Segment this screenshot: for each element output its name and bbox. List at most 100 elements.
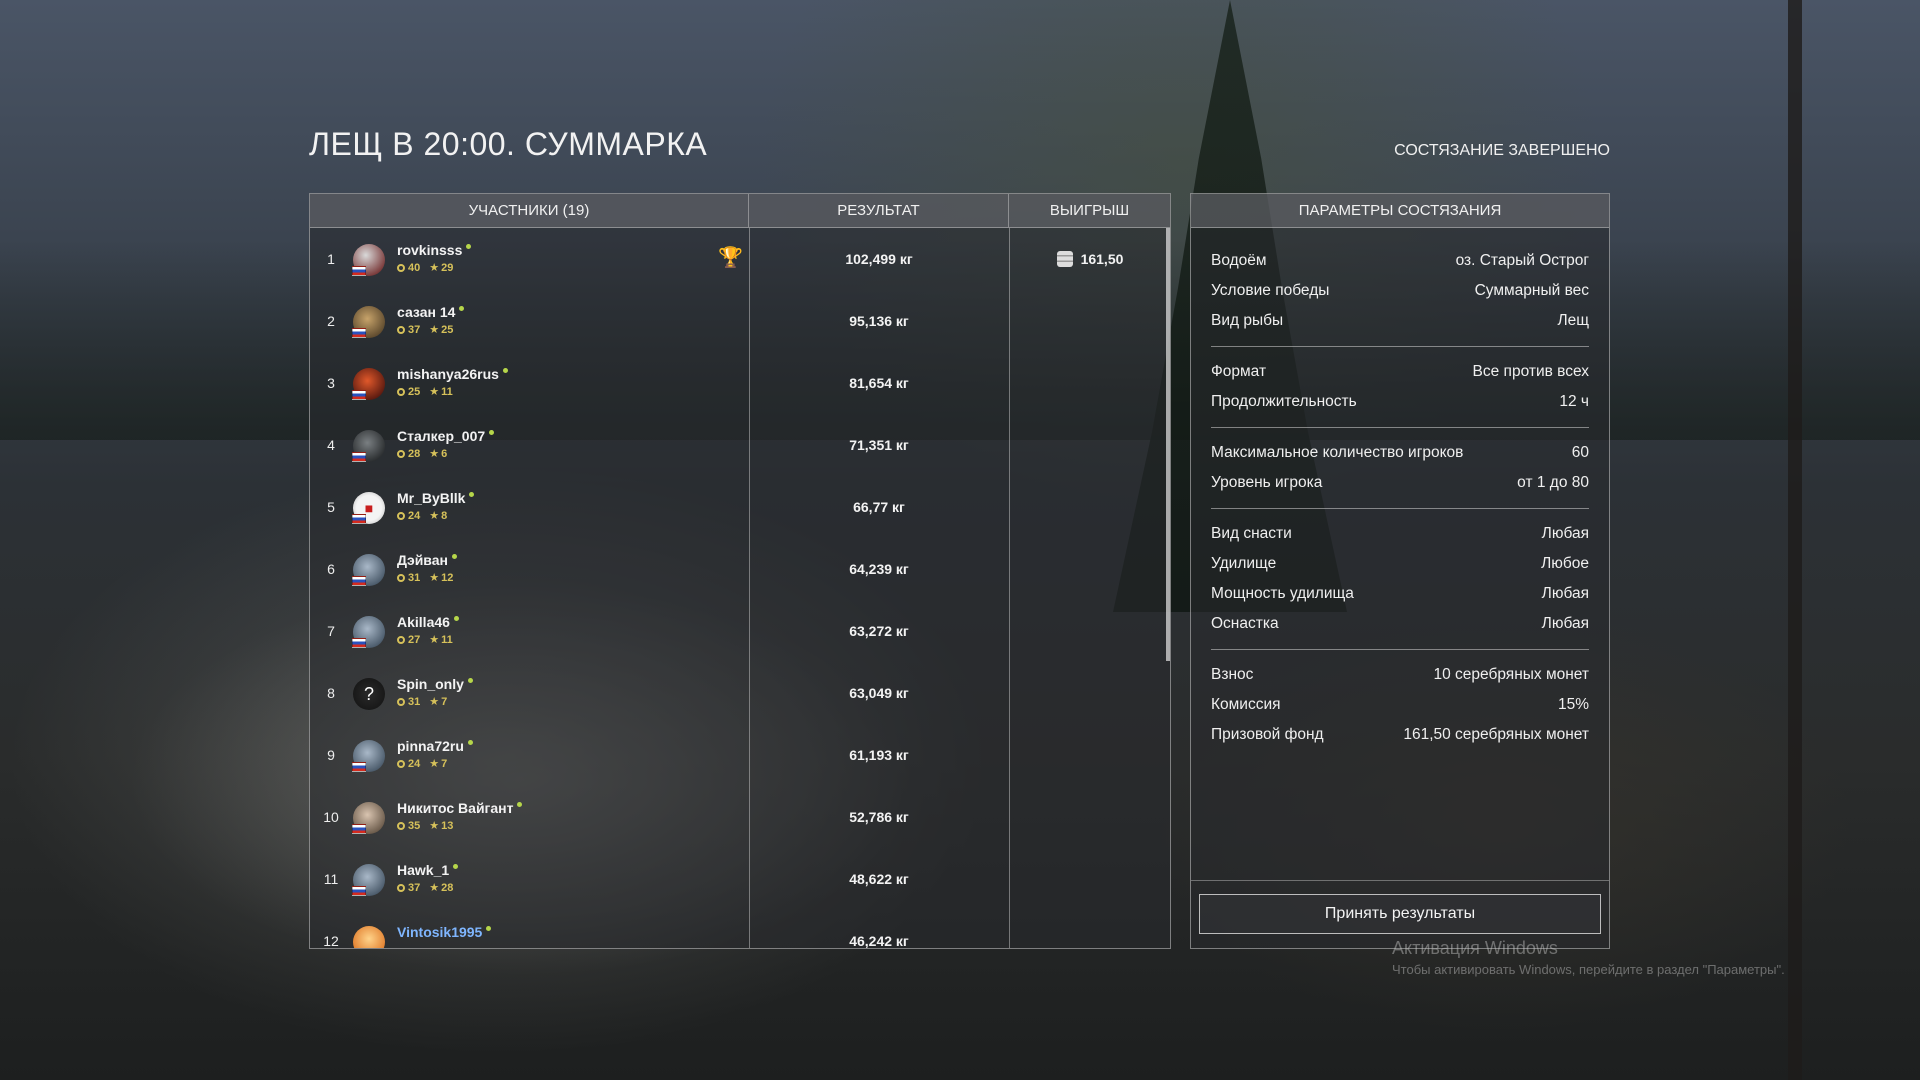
player-name[interactable]: Mr_ByBllk xyxy=(397,490,475,506)
player-stars: 7 xyxy=(441,696,448,708)
player-level: 31 xyxy=(408,696,421,708)
player-level: 37 xyxy=(408,882,421,894)
level-ring-icon xyxy=(397,822,405,830)
online-status-icon xyxy=(467,740,473,745)
online-status-icon xyxy=(453,616,459,621)
player-name[interactable]: Spin_only xyxy=(397,676,473,692)
param-label: Вид рыбы xyxy=(1211,312,1284,329)
param-label: Мощность удилища xyxy=(1211,585,1354,602)
star-icon: ★ xyxy=(429,572,440,584)
sunset-avatar[interactable] xyxy=(353,926,385,948)
param-value: 12 ч xyxy=(1559,393,1589,410)
russia-flag-icon xyxy=(352,452,366,462)
table-row[interactable]: 11 Hawk_1 37 ★ 28 48,622 кг xyxy=(310,848,1170,910)
level-ring-icon xyxy=(397,512,405,520)
player-name[interactable]: Hawk_1 xyxy=(397,862,459,878)
table-row[interactable]: 6 Дэйван 31 ★ 12 64,239 кг xyxy=(310,538,1170,600)
player-name[interactable]: Дэйван xyxy=(397,552,457,568)
level-ring-icon xyxy=(397,450,405,458)
player-stars: 13 xyxy=(441,820,454,832)
table-row[interactable]: 5 ■ Mr_ByBllk 24 ★ 8 66,77 кг xyxy=(310,476,1170,538)
star-icon: ★ xyxy=(429,448,440,460)
player-name[interactable]: Сталкер_007 xyxy=(397,428,495,444)
table-row[interactable]: 9 pinna72ru 24 ★ 7 61,193 кг xyxy=(310,724,1170,786)
player-name[interactable]: rovkinsss xyxy=(397,242,472,258)
player-level: 25 xyxy=(408,386,421,398)
param-value: Любое xyxy=(1541,555,1589,572)
player-name[interactable]: mishanya26rus xyxy=(397,366,508,382)
table-row[interactable]: 12 Vintosik1995 46,242 кг xyxy=(310,910,1170,948)
table-row[interactable]: 1 rovkinsss 40 ★ 29 🏆 102,499 кг 161,50 xyxy=(310,228,1170,290)
results-scrollbar[interactable] xyxy=(1166,228,1170,661)
player-name[interactable]: Akilla46 xyxy=(397,614,459,630)
online-status-icon xyxy=(486,926,492,931)
table-row[interactable]: 8 ? Spin_only 31 ★ 7 63,049 кг xyxy=(310,662,1170,724)
russia-flag-icon xyxy=(352,576,366,586)
level-ring-icon xyxy=(397,388,405,396)
player-level: 24 xyxy=(408,758,421,770)
param-label: Формат xyxy=(1211,363,1267,380)
param-value: от 1 до 80 xyxy=(1517,474,1589,491)
watermark-text: Чтобы активировать Windows, перейдите в … xyxy=(1392,962,1785,977)
params-group: Водоём оз. Старый Острог Условие победы Сум… xyxy=(1211,236,1589,347)
player-stars: 8 xyxy=(441,510,448,522)
player-name-text: сазан 14 xyxy=(397,304,456,320)
player-stars: 12 xyxy=(441,572,454,584)
player-stats: 31 ★ 12 xyxy=(397,571,453,584)
result-value: 63,272 кг xyxy=(849,623,909,639)
player-name-text: Hawk_1 xyxy=(397,862,450,878)
player-stats: 24 ★ 8 xyxy=(397,509,447,522)
table-row[interactable]: 2 сазан 14 37 ★ 25 95,136 кг xyxy=(310,290,1170,352)
column-header-participants[interactable]: УЧАСТНИКИ (19) xyxy=(310,194,749,227)
player-name[interactable]: Vintosik1995 xyxy=(397,924,492,940)
level-ring-icon xyxy=(397,574,405,582)
player-stars: 25 xyxy=(441,324,454,336)
column-header-result[interactable]: РЕЗУЛЬТАТ xyxy=(749,194,1009,227)
star-icon: ★ xyxy=(429,510,440,522)
divider xyxy=(1191,880,1609,881)
param-row: Вид снасти Любая xyxy=(1211,519,1589,549)
param-label: Уровень игрока xyxy=(1211,474,1323,491)
question-avatar[interactable]: ? xyxy=(353,678,385,710)
player-stars: 29 xyxy=(441,262,454,274)
player-stats: 40 ★ 29 xyxy=(397,261,453,274)
player-stats: 31 ★ 7 xyxy=(397,695,447,708)
level-ring-icon xyxy=(397,636,405,644)
results-panel: УЧАСТНИКИ (19) РЕЗУЛЬТАТ ВЫИГРЫШ 1 rovki… xyxy=(309,193,1171,949)
online-status-icon xyxy=(453,864,459,869)
level-ring-icon xyxy=(397,760,405,768)
rank-number: 2 xyxy=(327,313,335,329)
rank-number: 4 xyxy=(327,437,335,453)
param-row: Призовой фонд 161,50 серебряных монет xyxy=(1211,720,1589,750)
player-name[interactable]: Никитос Вайгант xyxy=(397,800,523,816)
param-row: Водоём оз. Старый Острог xyxy=(1211,246,1589,276)
param-label: Максимальное количество игроков xyxy=(1211,444,1464,461)
player-stars: 28 xyxy=(441,882,454,894)
result-value: 71,351 кг xyxy=(849,437,909,453)
player-name[interactable]: сазан 14 xyxy=(397,304,465,320)
player-name[interactable]: pinna72ru xyxy=(397,738,473,754)
param-value: Лещ xyxy=(1557,312,1589,329)
player-name-text: Akilla46 xyxy=(397,614,450,630)
params-group: Формат Все против всех Продолжительность 12… xyxy=(1211,347,1589,428)
level-ring-icon xyxy=(397,264,405,272)
star-icon: ★ xyxy=(429,882,440,894)
level-ring-icon xyxy=(397,884,405,892)
competition-status: СОСТЯЗАНИЕ ЗАВЕРШЕНО xyxy=(1394,142,1610,159)
param-value: 161,50 серебряных монет xyxy=(1403,726,1589,743)
param-label: Оснастка xyxy=(1211,615,1279,632)
online-status-icon xyxy=(489,430,495,435)
table-row[interactable]: 10 Никитос Вайгант 35 ★ 13 52,786 кг xyxy=(310,786,1170,848)
online-status-icon xyxy=(517,802,523,807)
table-row[interactable]: 7 Akilla46 27 ★ 11 63,272 кг xyxy=(310,600,1170,662)
windows-activation-watermark: Активация Windows Чтобы активировать Win… xyxy=(1392,938,1785,977)
player-name-text: pinna72ru xyxy=(397,738,464,754)
table-row[interactable]: 4 Сталкер_007 28 ★ 6 71,351 кг xyxy=(310,414,1170,476)
online-status-icon xyxy=(451,554,457,559)
result-value: 81,654 кг xyxy=(849,375,909,391)
level-ring-icon xyxy=(397,698,405,706)
column-header-prize[interactable]: ВЫИГРЫШ xyxy=(1009,194,1170,227)
param-row: Оснастка Любая xyxy=(1211,609,1589,639)
table-row[interactable]: 3 mishanya26rus 25 ★ 11 81,654 кг xyxy=(310,352,1170,414)
accept-results-button[interactable]: Принять результаты xyxy=(1199,894,1601,934)
